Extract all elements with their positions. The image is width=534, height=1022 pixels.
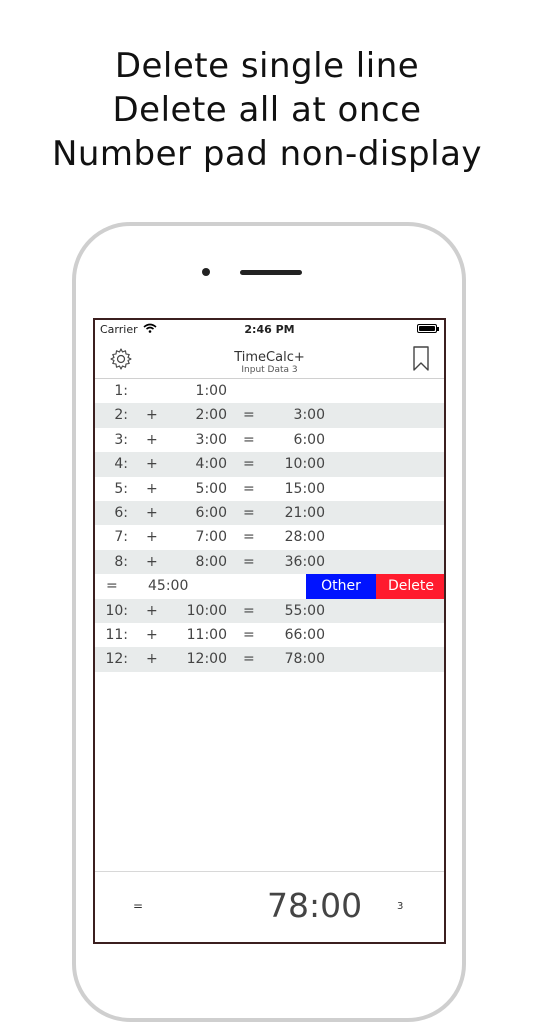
row-value: 1:00 (195, 383, 227, 399)
calculation-list: 1: 1:00 2: + 2:00 = 3:00 3: + 3:00 = 6:0… (95, 379, 444, 672)
row-result: 28:00 (284, 529, 325, 546)
row-number: 5: (114, 480, 128, 497)
row-value: 7:00 (195, 529, 227, 546)
headline-line-3: Number pad non-display (51, 134, 483, 174)
row-operator: + (146, 651, 158, 668)
row-value: 8:00 (195, 553, 227, 570)
list-item[interactable]: 1: 1:00 (95, 379, 444, 403)
row-result: 10:00 (284, 456, 325, 473)
list-item[interactable]: 8: + 8:00 = 36:00 (95, 549, 444, 575)
row-operator: + (146, 480, 158, 497)
row-operator: + (146, 456, 158, 473)
row-operator: + (146, 407, 158, 424)
row-number: 3: (114, 431, 128, 448)
list-item[interactable]: 5: + 5:00 = 15:00 (95, 477, 444, 501)
headline-line-2: Delete all at once (112, 90, 422, 130)
row-number: 11: (105, 626, 128, 643)
app-screen: Carrier 2:46 PM TimeCalc+ Input Data 3 1… (93, 318, 446, 944)
row-operator: + (146, 553, 158, 570)
status-bar: Carrier 2:46 PM (95, 320, 444, 340)
list-item[interactable]: 10: + 10:00 = 55:00 (95, 598, 444, 623)
row-number: 12: (105, 651, 128, 668)
row-equals: = (243, 529, 255, 546)
list-item[interactable]: 3: + 3:00 = 6:00 (95, 428, 444, 452)
row-number: 4: (114, 456, 128, 473)
list-item[interactable]: 2: + 2:00 = 3:00 (95, 403, 444, 428)
row-operator: + (146, 504, 158, 521)
page-subtitle: Input Data 3 (241, 365, 298, 375)
row-operator: + (146, 602, 158, 619)
row-value: 3:00 (195, 431, 227, 448)
row-value: 2:00 (195, 407, 227, 424)
row-value: 4:00 (195, 456, 227, 473)
page-title: TimeCalc+ (234, 350, 305, 365)
row-equals: = (243, 480, 255, 497)
entry-count: 3 (397, 901, 404, 912)
row-equals: = (243, 553, 255, 570)
row-equals: = (243, 651, 255, 668)
total-equals: = (133, 899, 144, 913)
list-item[interactable]: 7: + 7:00 = 28:00 (95, 525, 444, 549)
row-value: 6:00 (195, 504, 227, 521)
row-value: 5:00 (195, 480, 227, 497)
delete-button[interactable]: Delete (376, 574, 444, 599)
row-result: 36:00 (284, 553, 325, 570)
row-number: 6: (114, 504, 128, 521)
row-result: 3:00 (293, 407, 325, 424)
row-value: 11:00 (186, 626, 227, 643)
row-result: 66:00 (284, 626, 325, 643)
row-equals: = (243, 602, 255, 619)
total-value: 78:00 (267, 886, 363, 925)
status-time: 2:46 PM (244, 323, 295, 336)
list-item[interactable]: 4: + 4:00 = 10:00 (95, 452, 444, 477)
row-operator: + (146, 529, 158, 546)
row-result: 15:00 (284, 480, 325, 497)
list-item[interactable]: 6: + 6:00 = 21:00 (95, 500, 444, 526)
speaker-grille (240, 270, 302, 275)
row-number: 2: (114, 407, 128, 424)
row-equals: = (243, 456, 255, 473)
nav-bar: TimeCalc+ Input Data 3 (95, 340, 444, 379)
total-bar: = 78:00 3 (95, 871, 444, 942)
row-number: 1: (114, 383, 128, 399)
row-equals: = (243, 504, 255, 521)
headline-line-1: Delete single line (114, 46, 420, 86)
row-equals: = (243, 431, 255, 448)
row-result: 45:00 (148, 578, 189, 595)
row-value: 12:00 (186, 651, 227, 668)
row-number: 10: (105, 602, 128, 619)
row-equals: = (243, 407, 255, 424)
swiped-list-item[interactable]: = 45:00 Other Delete (95, 574, 444, 599)
row-result: 21:00 (284, 504, 325, 521)
other-button[interactable]: Other (306, 574, 376, 599)
row-value: 10:00 (186, 602, 227, 619)
row-result: 78:00 (284, 651, 325, 668)
row-equals: = (243, 626, 255, 643)
bookmark-icon[interactable] (412, 346, 430, 372)
headline: Delete single line Delete all at once Nu… (0, 44, 534, 176)
row-operator: + (146, 431, 158, 448)
row-result: 6:00 (293, 431, 325, 448)
row-equals: = (106, 578, 118, 595)
row-number: 7: (114, 529, 128, 546)
battery-icon (417, 324, 439, 333)
row-result: 55:00 (284, 602, 325, 619)
list-item[interactable]: 12: + 12:00 = 78:00 (95, 647, 444, 672)
row-number: 8: (114, 553, 128, 570)
camera-icon (202, 268, 210, 276)
row-operator: + (146, 626, 158, 643)
list-item[interactable]: 11: + 11:00 = 66:00 (95, 623, 444, 647)
